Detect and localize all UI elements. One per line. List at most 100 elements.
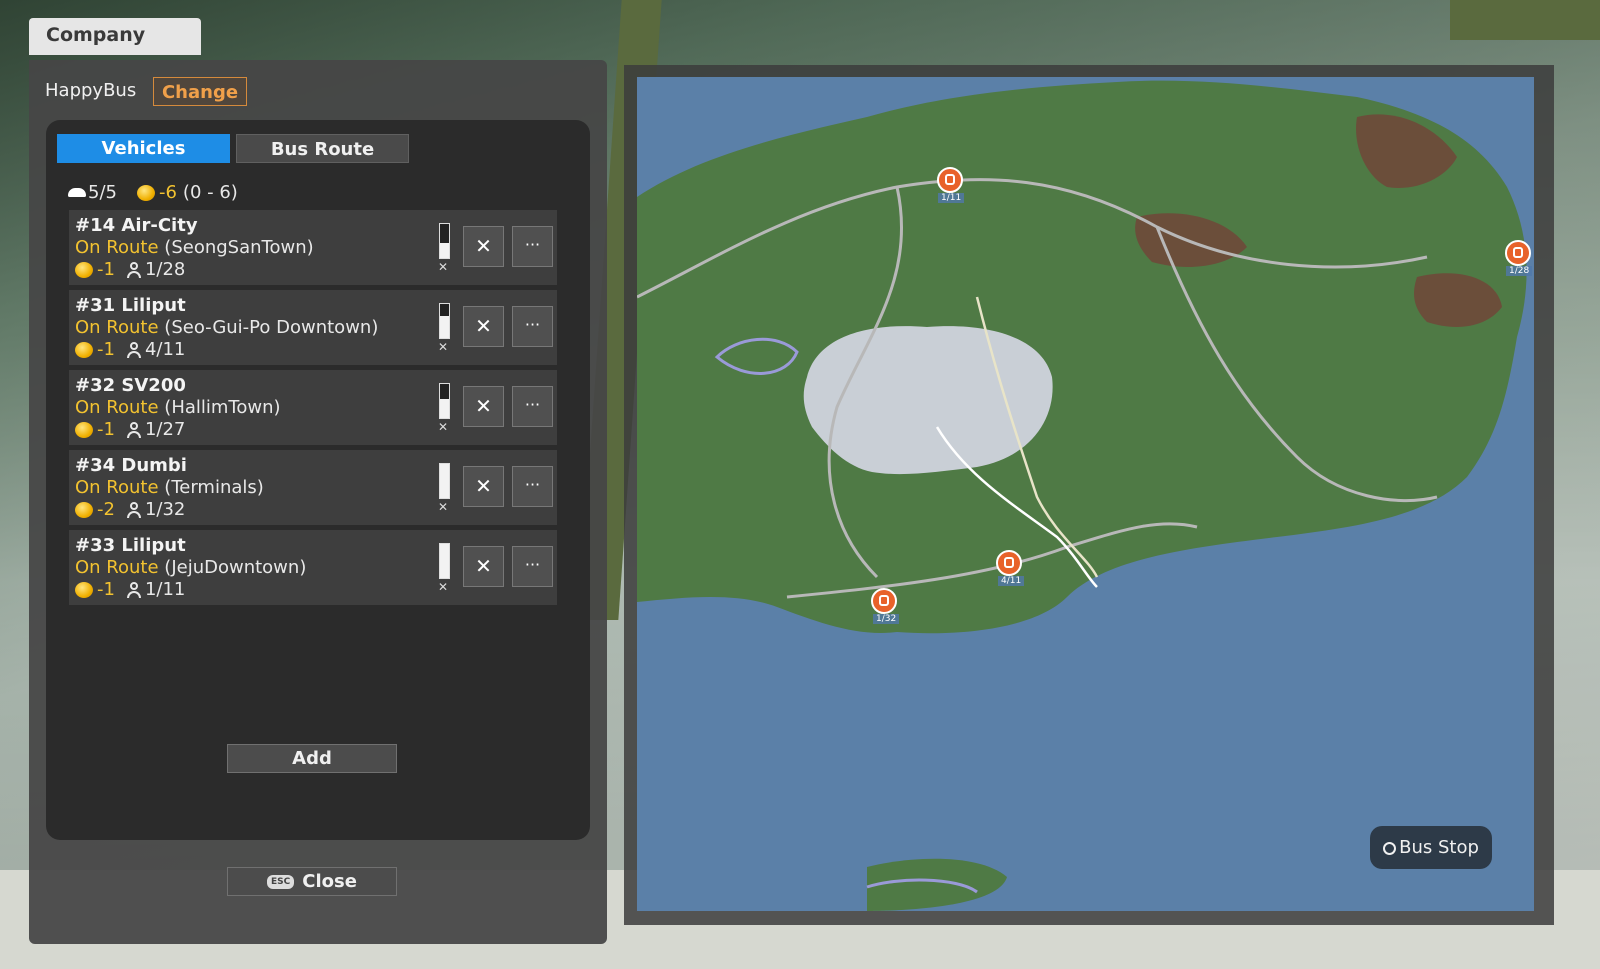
coin-icon xyxy=(75,261,93,278)
fuel-gauge xyxy=(439,223,450,259)
vehicle-stats: -1 1/27 xyxy=(75,419,185,440)
coin-icon xyxy=(75,341,93,358)
marker-label: 4/11 xyxy=(998,576,1025,586)
passenger-count: 4/11 xyxy=(144,339,186,360)
fuel-empty-icon: ✕ xyxy=(438,580,449,594)
passenger-icon xyxy=(126,581,141,598)
vehicle-row[interactable]: #31 Liliput On Route (Seo-Gui-Po Downtow… xyxy=(69,290,557,365)
tab-vehicles[interactable]: Vehicles xyxy=(57,134,230,163)
repair-button[interactable]: ✕ xyxy=(463,386,504,427)
route-name: (Terminals) xyxy=(164,477,264,498)
fuel-empty-icon: ✕ xyxy=(438,260,449,274)
fuel-gauge xyxy=(439,543,450,579)
roof-beam xyxy=(1450,0,1600,40)
bus-count-icon xyxy=(68,188,86,197)
status-text: On Route xyxy=(75,477,159,498)
marker-label: 1/32 xyxy=(873,614,900,624)
wrench-icon: ✕ xyxy=(475,474,492,498)
vehicle-status: On Route (SeongSanTown) xyxy=(75,237,314,258)
vehicle-row[interactable]: #33 Liliput On Route (JejuDowntown) -1 1… xyxy=(69,530,557,605)
passenger-icon xyxy=(126,421,141,438)
repair-button[interactable]: ✕ xyxy=(463,226,504,267)
esc-key-icon: ESC xyxy=(267,875,295,889)
vehicle-title: #33 Liliput xyxy=(75,535,186,556)
fuel-level xyxy=(440,399,449,418)
fuel-gauge xyxy=(439,463,450,499)
coin-icon xyxy=(75,421,93,438)
vehicle-stats: -1 4/11 xyxy=(75,339,185,360)
vehicle-money: -2 xyxy=(97,499,115,520)
ellipsis-icon: ··· xyxy=(524,395,541,414)
status-text: On Route xyxy=(75,237,159,258)
bus-marker-icon[interactable] xyxy=(996,550,1022,576)
vehicle-title: #32 SV200 xyxy=(75,375,186,396)
add-vehicle-button[interactable]: Add xyxy=(227,744,397,773)
company-panel: HappyBus Change Vehicles Bus Route 5/5 -… xyxy=(29,60,607,944)
vehicle-row[interactable]: #14 Air-City On Route (SeongSanTown) -1 … xyxy=(69,210,557,285)
wrench-icon: ✕ xyxy=(475,554,492,578)
change-company-button[interactable]: Change xyxy=(153,77,247,106)
wrench-icon: ✕ xyxy=(475,394,492,418)
wrench-icon: ✕ xyxy=(475,314,492,338)
vehicle-stats: -1 1/11 xyxy=(75,579,185,600)
fuel-level xyxy=(440,242,449,258)
tab-bus-route[interactable]: Bus Route xyxy=(236,134,409,163)
route-name: (Seo-Gui-Po Downtown) xyxy=(164,317,379,338)
vehicle-title: #14 Air-City xyxy=(75,215,198,236)
vehicle-row[interactable]: #34 Dumbi On Route (Terminals) -2 1/32 ✕… xyxy=(69,450,557,525)
bus-marker-icon[interactable] xyxy=(871,588,897,614)
fleet-summary: 5/5 -6 (0 - 6) xyxy=(68,182,238,203)
ellipsis-icon: ··· xyxy=(524,555,541,574)
passenger-icon xyxy=(126,341,141,358)
passenger-count: 1/32 xyxy=(144,499,186,520)
bus-marker-icon[interactable] xyxy=(937,167,963,193)
island-map[interactable]: 1/11 1/28 4/11 1/32 xyxy=(637,77,1534,911)
fuel-empty-icon: ✕ xyxy=(438,500,449,514)
total-money: -6 xyxy=(158,182,177,203)
repair-button[interactable]: ✕ xyxy=(463,546,504,587)
money-range: (0 - 6) xyxy=(182,182,238,203)
company-tab-label: Company xyxy=(46,24,146,46)
close-button[interactable]: ESC Close xyxy=(227,867,397,896)
coin-icon xyxy=(75,501,93,518)
vehicle-status: On Route (Terminals) xyxy=(75,477,264,498)
bus-marker-icon[interactable] xyxy=(1505,240,1531,266)
wrench-icon: ✕ xyxy=(475,234,492,258)
ellipsis-icon: ··· xyxy=(524,315,541,334)
vehicle-status: On Route (Seo-Gui-Po Downtown) xyxy=(75,317,378,338)
passenger-icon xyxy=(126,261,141,278)
more-options-button[interactable]: ··· xyxy=(512,466,553,507)
coin-icon xyxy=(136,184,155,201)
vehicle-row[interactable]: #32 SV200 On Route (HallimTown) -1 1/27 … xyxy=(69,370,557,445)
vehicle-title: #31 Liliput xyxy=(75,295,186,316)
vehicle-stats: -2 1/32 xyxy=(75,499,185,520)
passenger-count: 1/27 xyxy=(144,419,186,440)
ellipsis-icon: ··· xyxy=(524,235,541,254)
repair-button[interactable]: ✕ xyxy=(463,466,504,507)
fuel-empty-icon: ✕ xyxy=(438,340,449,354)
status-text: On Route xyxy=(75,397,159,418)
route-name: (JejuDowntown) xyxy=(164,557,307,578)
bus-stop-label: Bus Stop xyxy=(1399,837,1479,858)
marker-label: 1/11 xyxy=(938,193,965,203)
more-options-button[interactable]: ··· xyxy=(512,546,553,587)
fuel-gauge xyxy=(439,303,450,339)
coin-icon xyxy=(75,581,93,598)
more-options-button[interactable]: ··· xyxy=(512,386,553,427)
vehicle-money: -1 xyxy=(97,419,115,440)
more-options-button[interactable]: ··· xyxy=(512,226,553,267)
fuel-level xyxy=(440,464,449,498)
more-options-button[interactable]: ··· xyxy=(512,306,553,347)
vehicle-count: 5/5 xyxy=(88,182,117,203)
vehicle-status: On Route (JejuDowntown) xyxy=(75,557,306,578)
fuel-level xyxy=(440,315,449,338)
repair-button[interactable]: ✕ xyxy=(463,306,504,347)
vehicle-money: -1 xyxy=(97,339,115,360)
vehicle-money: -1 xyxy=(97,259,115,280)
vehicle-status: On Route (HallimTown) xyxy=(75,397,281,418)
close-label: Close xyxy=(302,871,357,892)
route-name: (HallimTown) xyxy=(164,397,281,418)
company-tab[interactable]: Company xyxy=(29,18,201,55)
bus-stop-toggle-button[interactable]: Bus Stop xyxy=(1370,826,1492,869)
vehicle-money: -1 xyxy=(97,579,115,600)
